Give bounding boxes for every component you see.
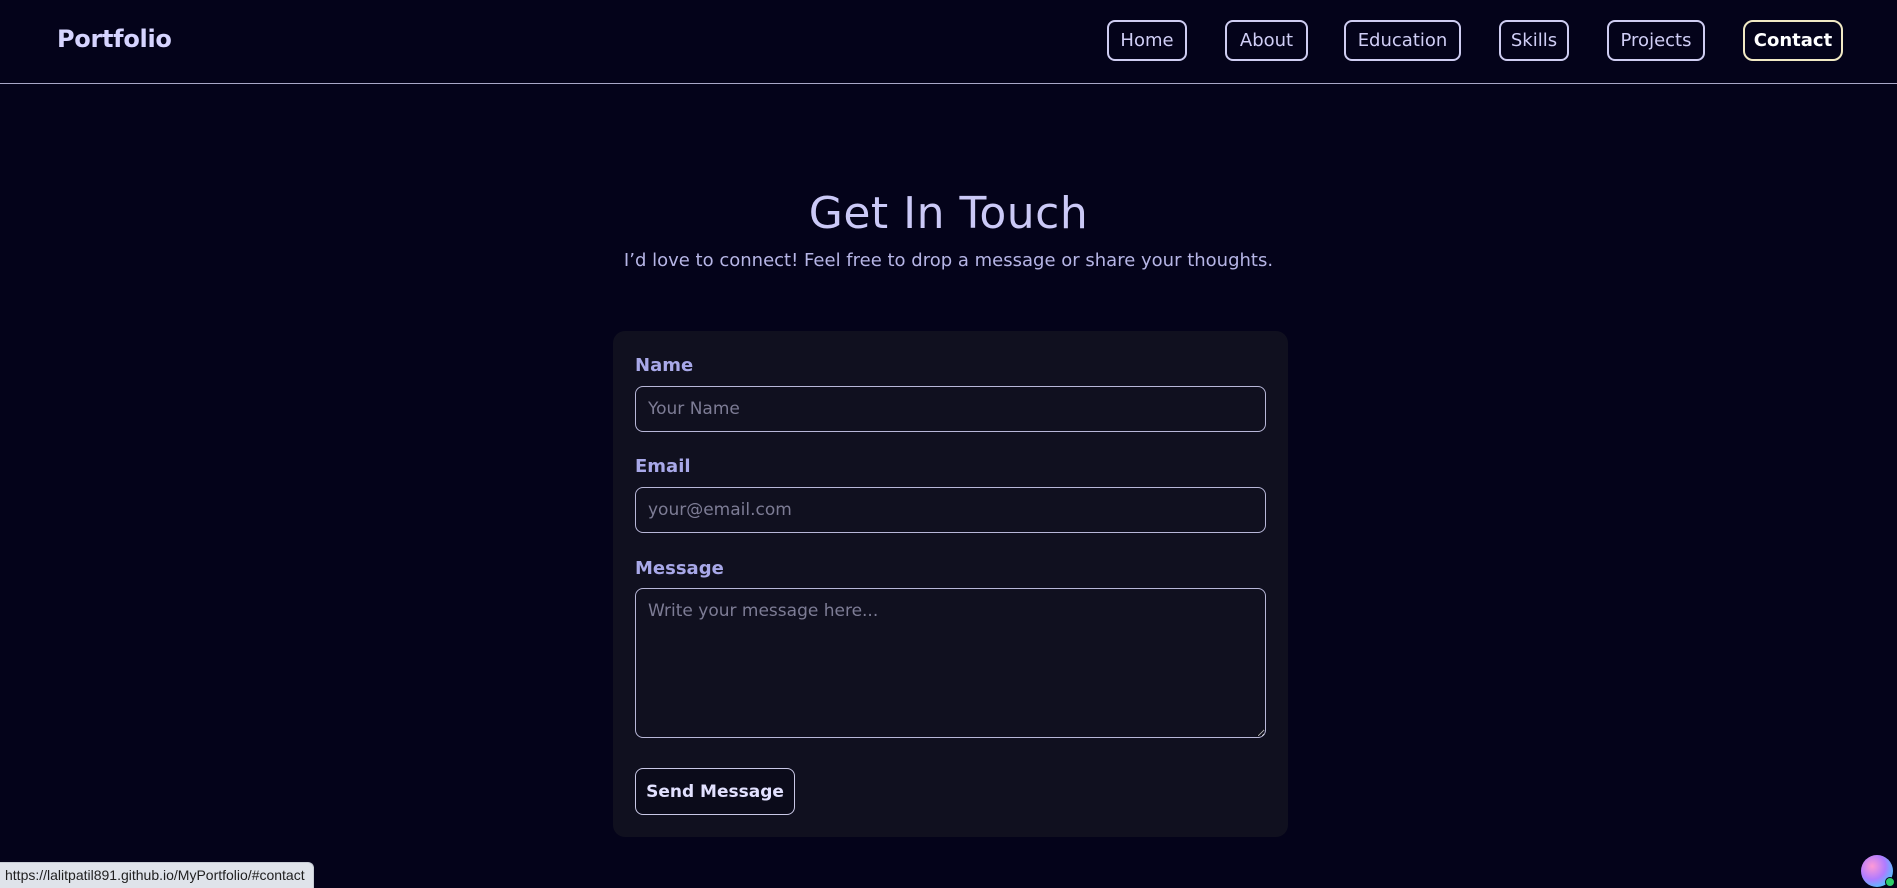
status-bar-url: https://lalitpatil891.github.io/MyPortfo… bbox=[0, 862, 314, 888]
email-input[interactable] bbox=[635, 487, 1266, 533]
brand-logo[interactable]: Portfolio bbox=[57, 25, 172, 53]
top-navbar: Portfolio Home About Education Skills Pr… bbox=[0, 0, 1897, 84]
page-subtitle: I’d love to connect! Feel free to drop a… bbox=[623, 250, 1274, 271]
name-input[interactable] bbox=[635, 386, 1266, 432]
nav-education[interactable]: Education bbox=[1344, 20, 1461, 61]
nav-home[interactable]: Home bbox=[1107, 20, 1187, 61]
message-textarea[interactable] bbox=[635, 588, 1266, 738]
email-label: Email bbox=[635, 456, 691, 477]
nav-skills[interactable]: Skills bbox=[1499, 20, 1569, 61]
page-title: Get In Touch bbox=[808, 188, 1089, 239]
name-label: Name bbox=[635, 355, 694, 376]
send-message-button[interactable]: Send Message bbox=[635, 768, 795, 815]
nav-projects[interactable]: Projects bbox=[1607, 20, 1705, 61]
contact-form-card: Name Email Message Send Message bbox=[613, 331, 1288, 837]
online-status-dot-icon bbox=[1885, 877, 1895, 887]
nav-contact[interactable]: Contact bbox=[1743, 20, 1843, 61]
message-label: Message bbox=[635, 558, 724, 579]
nav-about[interactable]: About bbox=[1225, 20, 1308, 61]
